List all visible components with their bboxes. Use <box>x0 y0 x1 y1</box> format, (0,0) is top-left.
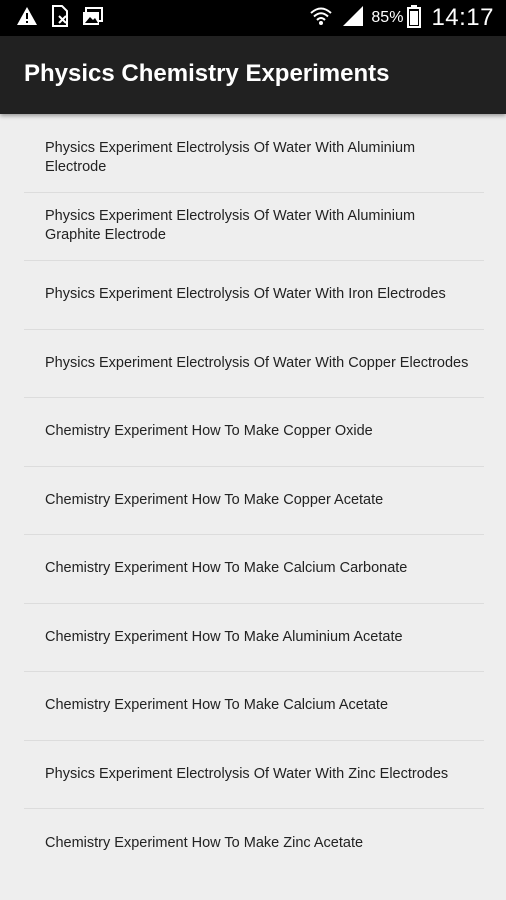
list-item[interactable]: Chemistry Experiment How To Make Calcium… <box>24 535 484 604</box>
no-sim-icon <box>50 4 70 32</box>
list-item[interactable]: Physics Experiment Electrolysis Of Water… <box>24 261 484 330</box>
list-item[interactable]: Chemistry Experiment How To Make Alumini… <box>24 604 484 672</box>
list-item[interactable]: Physics Experiment Electrolysis Of Water… <box>24 193 484 261</box>
photo-notification-icon <box>82 6 104 31</box>
list-item[interactable]: Physics Experiment Electrolysis Of Water… <box>24 741 484 809</box>
list-item-label: Chemistry Experiment How To Make Alumini… <box>45 628 403 645</box>
status-bar-time: 14:17 <box>431 4 494 31</box>
status-bar-notifications <box>16 4 104 32</box>
list-item-label: Physics Experiment Electrolysis Of Water… <box>45 208 416 244</box>
list-item-label: Chemistry Experiment How To Make Calcium… <box>45 560 408 577</box>
warning-icon <box>16 6 38 31</box>
battery-percent: 85% <box>371 9 404 26</box>
list-item-label: Physics Experiment Electrolysis Of Water… <box>45 286 446 303</box>
wifi-icon <box>309 4 333 33</box>
signal-icon <box>341 4 365 33</box>
list-item[interactable]: Physics Experiment Electrolysis Of Water… <box>24 124 484 193</box>
experiment-list: Physics Experiment Electrolysis Of Water… <box>24 124 484 878</box>
list-item-label: Chemistry Experiment How To Make Calcium… <box>45 697 389 714</box>
list-item-label: Chemistry Experiment How To Make Copper … <box>45 491 384 508</box>
app-bar: Physics Chemistry Experiments <box>0 36 506 114</box>
status-bar-system: 85% 14:17 <box>309 4 494 32</box>
list-item-label: Physics Experiment Electrolysis Of Water… <box>45 139 416 175</box>
list-item[interactable]: Chemistry Experiment How To Make Copper … <box>24 467 484 535</box>
list-item-label: Physics Experiment Electrolysis Of Water… <box>45 354 469 371</box>
list-item-label: Chemistry Experiment How To Make Copper … <box>45 423 373 440</box>
list-item[interactable]: Chemistry Experiment How To Make Copper … <box>24 398 484 467</box>
list-item-label: Physics Experiment Electrolysis Of Water… <box>45 765 449 782</box>
battery-icon <box>407 4 422 33</box>
list-item[interactable]: Physics Experiment Electrolysis Of Water… <box>24 330 484 398</box>
list-item[interactable]: Chemistry Experiment How To Make Calcium… <box>24 672 484 741</box>
list-item[interactable]: Chemistry Experiment How To Make Zinc Ac… <box>24 809 484 878</box>
page-title: Physics Chemistry Experiments <box>24 60 390 87</box>
status-bar: 85% 14:17 <box>0 0 506 36</box>
list-item-label: Chemistry Experiment How To Make Zinc Ac… <box>45 834 364 851</box>
